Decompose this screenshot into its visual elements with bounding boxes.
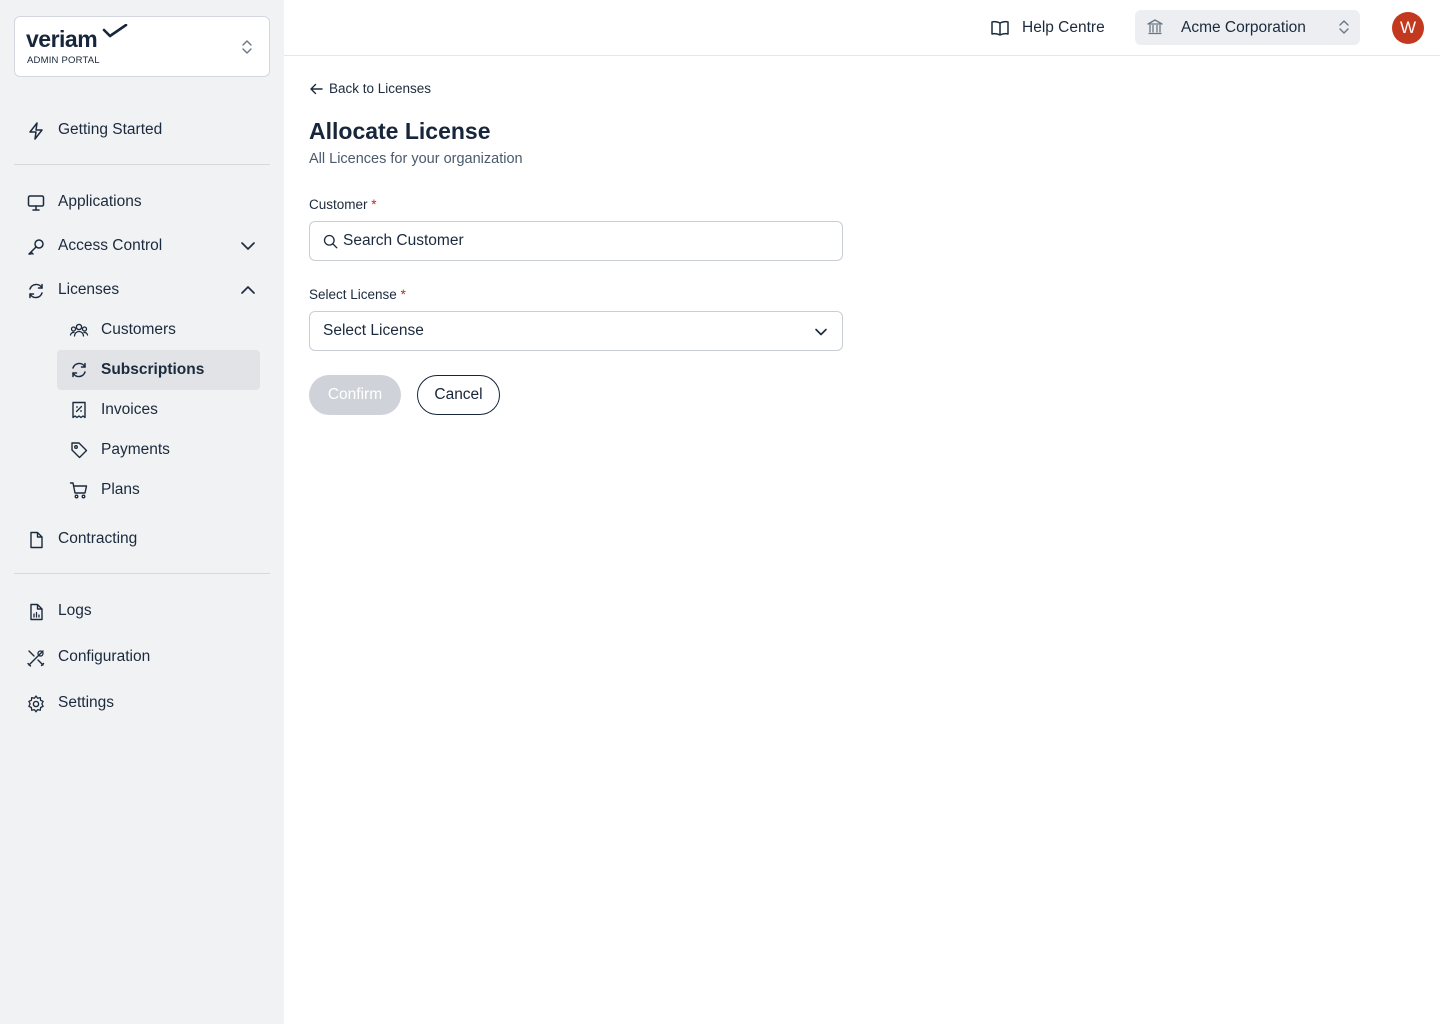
bank-icon (1147, 19, 1163, 35)
sidebar-item-settings[interactable]: Settings (14, 685, 270, 721)
sidebar-subitem-label: Invoices (101, 401, 158, 418)
sidebar-subitem-payments[interactable]: Payments (57, 430, 260, 470)
help-centre-label: Help Centre (1022, 19, 1105, 36)
tools-icon (27, 650, 45, 667)
tag-icon (71, 442, 88, 459)
sidebar-subitem-label: Subscriptions (101, 361, 205, 378)
license-select-value: Select License (323, 322, 424, 339)
arrow-left-icon (310, 83, 323, 95)
sidebar-subitem-subscriptions[interactable]: Subscriptions (57, 350, 260, 390)
refresh-icon (29, 283, 43, 299)
chevron-updown-icon (242, 40, 252, 54)
search-icon (323, 234, 338, 249)
brand-logo: veriam (26, 26, 98, 52)
workspace-switcher[interactable]: veriam ADMIN PORTAL (14, 16, 270, 77)
sidebar-divider (14, 573, 270, 574)
sidebar-subitem-invoices[interactable]: Invoices (57, 390, 260, 430)
customer-field-label: Customer * (309, 197, 377, 212)
sidebar-item-logs[interactable]: Logs (14, 593, 270, 629)
sidebar-subitem-label: Customers (101, 321, 176, 338)
log-file-icon (30, 603, 43, 621)
book-icon (991, 20, 1009, 36)
license-select[interactable]: Select License (309, 311, 843, 351)
brand-subtitle: ADMIN PORTAL (27, 55, 100, 66)
organization-switcher[interactable]: Acme Corporation (1135, 10, 1360, 45)
sidebar-item-configuration[interactable]: Configuration (14, 639, 270, 675)
sidebar-item-label: Access Control (58, 237, 163, 254)
sidebar-subitem-label: Plans (101, 481, 140, 498)
sidebar-item-access-control[interactable]: Access Control (14, 228, 270, 264)
top-bar: Help Centre Acme Corporation W (284, 0, 1440, 56)
back-label: Back to Licenses (329, 81, 432, 96)
required-marker: * (371, 197, 377, 212)
sidebar-item-label: Contracting (58, 530, 138, 547)
sidebar-item-contracting[interactable]: Contracting (14, 521, 270, 557)
monitor-icon (27, 195, 45, 211)
sidebar-subitem-customers[interactable]: Customers (57, 310, 260, 350)
logo-check-icon (102, 24, 128, 38)
chevron-down-icon (815, 328, 827, 336)
sidebar-divider (14, 164, 270, 165)
cart-icon (69, 482, 88, 499)
confirm-button[interactable]: Confirm (309, 375, 401, 415)
organization-name: Acme Corporation (1181, 19, 1306, 36)
sidebar-item-label: Getting Started (58, 121, 163, 138)
sidebar: veriam ADMIN PORTAL Getting Started Appl… (0, 0, 284, 1024)
avatar[interactable]: W (1392, 12, 1424, 44)
sidebar-item-label: Configuration (58, 648, 151, 665)
customer-search-field[interactable] (309, 221, 843, 261)
sidebar-item-label: Logs (58, 602, 92, 619)
page-subtitle: All Licences for your organization (309, 151, 523, 167)
users-icon (69, 323, 89, 337)
cancel-button[interactable]: Cancel (417, 375, 500, 415)
chevron-down-icon (241, 242, 255, 250)
sidebar-item-label: Settings (58, 694, 115, 711)
page-title: Allocate License (309, 118, 491, 144)
sidebar-item-licenses[interactable]: Licenses (14, 272, 270, 308)
key-icon (28, 239, 44, 255)
sidebar-subitem-label: Payments (101, 441, 170, 458)
refresh-icon (72, 362, 86, 378)
license-field-label: Select License * (309, 287, 406, 302)
sidebar-subitem-plans[interactable]: Plans (57, 470, 260, 510)
sidebar-item-applications[interactable]: Applications (14, 184, 270, 220)
lightning-icon (29, 122, 43, 140)
license-label-text: Select License (309, 287, 397, 302)
gear-icon (28, 695, 44, 713)
sidebar-item-label: Applications (58, 193, 142, 210)
receipt-icon (72, 401, 86, 419)
chevron-updown-icon (1339, 20, 1349, 34)
required-marker: * (400, 287, 406, 302)
sidebar-item-getting-started[interactable]: Getting Started (14, 112, 270, 148)
sidebar-item-label: Licenses (58, 281, 120, 298)
customer-search-input[interactable] (343, 231, 823, 251)
document-icon (30, 531, 43, 549)
customer-label-text: Customer (309, 197, 368, 212)
chevron-up-icon (241, 286, 255, 294)
